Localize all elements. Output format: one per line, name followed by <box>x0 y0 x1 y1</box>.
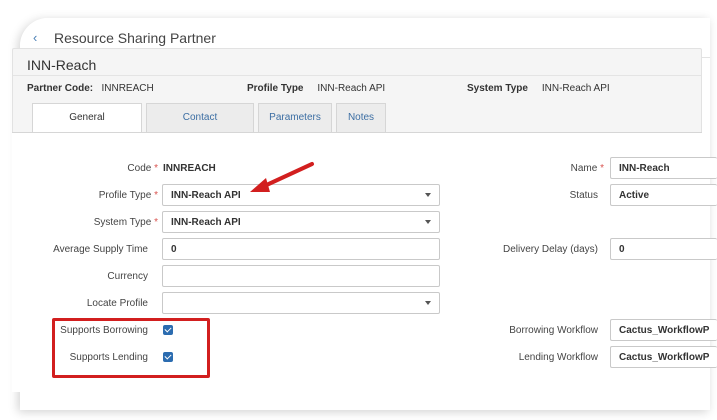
partner-name: INN-Reach <box>27 57 97 73</box>
chevron-down-icon <box>425 193 431 197</box>
name-input[interactable]: INN-Reach <box>610 157 717 179</box>
chevron-down-icon <box>425 301 431 305</box>
status-label: Status <box>569 190 598 201</box>
profile-type-summary: Profile Type INN-Reach API <box>247 83 385 94</box>
system-type-label: System Type * <box>93 217 158 228</box>
partner-code-value: INNREACH <box>101 83 154 94</box>
delivery-delay-input[interactable]: 0 <box>610 238 717 260</box>
system-type-summary: System Type INN-Reach API <box>467 83 610 94</box>
profile-type-select-value: INN-Reach API <box>171 190 241 201</box>
code-label: Code * <box>127 163 158 174</box>
average-supply-time-label: Average Supply Time <box>53 244 148 255</box>
system-type-summary-label: System Type <box>467 83 528 94</box>
delivery-delay-label: Delivery Delay (days) <box>502 244 598 255</box>
tab-contact-information[interactable]: Contact Information <box>146 103 254 151</box>
system-type-select-value: INN-Reach API <box>171 217 241 228</box>
locate-profile-label: Locate Profile <box>86 298 148 309</box>
summary-divider <box>13 75 701 76</box>
system-type-select[interactable]: INN-Reach API <box>162 211 440 233</box>
profile-type-summary-value: INN-Reach API <box>317 83 386 94</box>
page-title: Resource Sharing Partner <box>54 30 216 46</box>
tab-notes[interactable]: Notes <box>336 103 386 133</box>
name-label: Name * <box>570 163 604 174</box>
borrowing-workflow-select[interactable]: Cactus_WorkflowP <box>610 319 717 341</box>
borrowing-workflow-label: Borrowing Workflow <box>509 325 598 336</box>
system-type-summary-value: INN-Reach API <box>541 83 610 94</box>
tab-general-information[interactable]: General Information <box>32 103 142 151</box>
code-value: INNREACH <box>163 163 216 174</box>
lending-workflow-select[interactable]: Cactus_WorkflowP <box>610 346 717 368</box>
average-supply-time-input[interactable]: 0 <box>162 238 440 260</box>
profile-type-label: Profile Type * <box>98 190 158 201</box>
currency-input[interactable] <box>162 265 440 287</box>
red-arrow-annotation <box>250 162 314 192</box>
highlight-box <box>52 318 210 378</box>
partner-code-label: Partner Code: <box>27 83 94 94</box>
lending-workflow-label: Lending Workflow <box>518 352 598 363</box>
currency-label: Currency <box>107 271 148 282</box>
chevron-down-icon <box>425 220 431 224</box>
profile-type-summary-label: Profile Type <box>247 83 304 94</box>
status-select[interactable]: Active <box>610 184 717 206</box>
partner-code-summary: Partner Code: INNREACH <box>27 83 154 94</box>
tab-parameters[interactable]: Parameters <box>258 103 332 133</box>
back-chevron-icon[interactable]: ‹ <box>33 30 37 45</box>
locate-profile-select[interactable] <box>162 292 440 314</box>
